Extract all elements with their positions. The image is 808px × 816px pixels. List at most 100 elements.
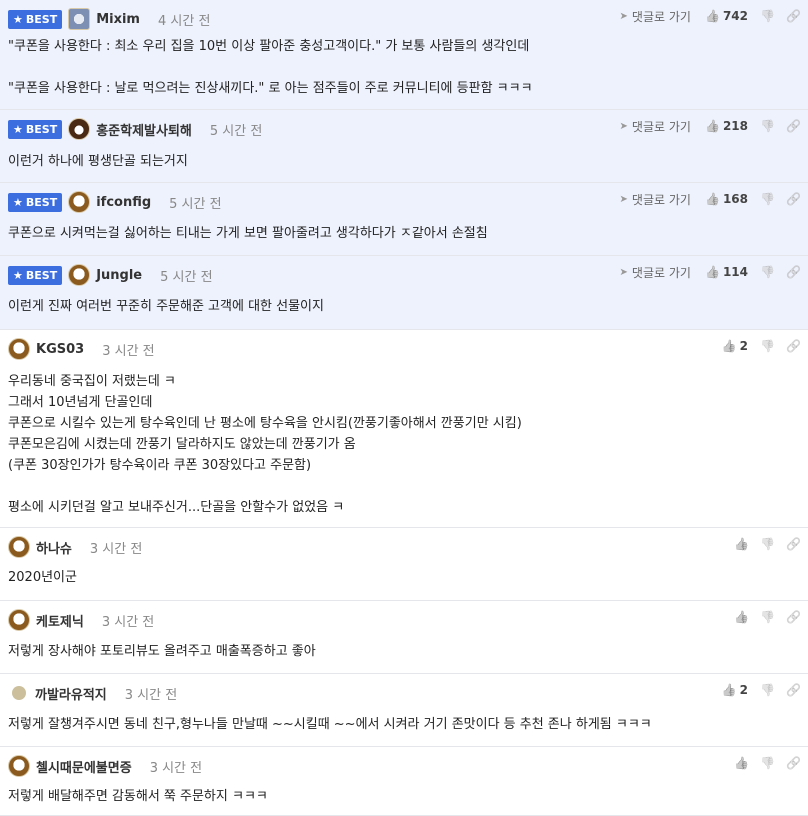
reply-link-label: 댓글로 가기 (631, 119, 691, 134)
comment-header: ★ BEST Jungle 5 시간 전 (8, 264, 213, 286)
like-button[interactable]: 👍 742 (705, 9, 748, 23)
comment-time: 5 시간 전 (160, 269, 213, 285)
reply-link[interactable]: ➤ 댓글로 가기 (620, 264, 691, 281)
thumbs-down-icon[interactable]: 👎 (760, 192, 775, 206)
like-button[interactable]: 👍 2 (722, 683, 748, 697)
link-icon[interactable]: 🔗 (786, 119, 801, 133)
avatar[interactable] (8, 609, 30, 631)
comment-nickname[interactable]: 까발라유적지 (35, 684, 107, 703)
comment-actions: 👍 2 👎 🔗 (722, 682, 801, 698)
comment-header: ★ BEST Mixim 4 시간 전 (8, 8, 210, 30)
like-button[interactable]: 👍 (734, 610, 749, 624)
avatar[interactable] (8, 755, 30, 777)
thumbs-down-icon[interactable]: 👎 (760, 119, 775, 133)
avatar[interactable] (68, 118, 91, 140)
comment-body: 저렇게 장사해야 포토리뷰도 올려주고 매출폭증하고 좋아 (8, 641, 796, 662)
link-icon[interactable]: 🔗 (786, 192, 801, 206)
like-button[interactable]: 👍 114 (705, 265, 748, 279)
star-icon: ★ (13, 195, 23, 209)
comment-nickname[interactable]: ifconfig (96, 195, 151, 210)
comment-nickname[interactable]: Mixim (96, 12, 140, 27)
reply-link[interactable]: ➤ 댓글로 가기 (620, 8, 691, 25)
thumbs-up-icon: 👍 (721, 683, 737, 697)
comment-item: KGS03 3 시간 전 👍 2 👎 🔗 우리동네 중국집이 저랬는데 ㅋ 그래서 10년넘게… (0, 330, 808, 528)
like-button[interactable]: 👍 2 (722, 339, 748, 353)
reply-link-label: 댓글로 가기 (631, 192, 691, 207)
comment-actions: ➤ 댓글로 가기 👍 742 👎 🔗 (620, 8, 801, 25)
comment-actions: ➤ 댓글로 가기 👍 168 👎 🔗 (620, 191, 801, 208)
comment-body: "쿠폰을 사용한다 : 최소 우리 집을 10번 이상 팔아준 충성고객이다."… (8, 36, 796, 99)
thumbs-up-icon: 👍 (734, 537, 749, 551)
comment-item: 까발라유적지 3 시간 전 👍 2 👎 🔗 저렇게 잘챙겨주시면 동네 친구,형누나들 만날… (0, 674, 808, 747)
like-button[interactable]: 👍 168 (705, 192, 748, 206)
comment-header: ★ BEST 홍준학제발사퇴해 5 시간 전 (8, 118, 262, 140)
comment-time: 3 시간 전 (101, 614, 155, 630)
best-badge: ★ BEST (8, 265, 63, 285)
reply-link[interactable]: ➤ 댓글로 가기 (620, 118, 691, 135)
comment-line: 쿠폰으로 시켜먹는걸 싫어하는 티내는 가게 보면 팔아줄려고 생각하다가 ㅈ같… (8, 226, 488, 241)
thumbs-down-icon[interactable]: 👎 (760, 339, 775, 353)
thumbs-down-icon[interactable]: 👎 (760, 683, 775, 697)
best-label: BEST (25, 122, 58, 136)
thumbs-down-icon[interactable]: 👎 (760, 265, 775, 279)
comment-line: 저렇게 배달해주면 감동해서 쭉 주문하지 ㅋㅋㅋ (8, 789, 268, 804)
reply-link[interactable]: ➤ 댓글로 가기 (620, 191, 691, 208)
comment-nickname[interactable]: KGS03 (36, 342, 84, 357)
comment-line (8, 476, 796, 497)
thumbs-down-icon[interactable]: 👎 (760, 610, 775, 624)
comment-nickname[interactable]: 케토제닉 (36, 611, 84, 630)
thumbs-up-icon: 👍 (704, 192, 720, 206)
thumbs-up-icon: 👍 (734, 756, 749, 770)
avatar[interactable] (68, 264, 91, 286)
comment-time: 3 시간 전 (89, 541, 143, 557)
comment-body: 쿠폰으로 시켜먹는걸 싫어하는 티내는 가게 보면 팔아줄려고 생각하다가 ㅈ같… (8, 223, 796, 244)
link-icon[interactable]: 🔗 (786, 683, 801, 697)
avatar[interactable] (8, 536, 30, 558)
comment-actions: 👍 👎 🔗 (734, 755, 801, 771)
comment-header: 케토제닉 3 시간 전 (8, 609, 154, 631)
comment-line: 그래서 10년넘게 단골인데 (8, 395, 153, 410)
thumbs-down-icon[interactable]: 👎 (760, 537, 775, 551)
reply-link-label: 댓글로 가기 (631, 9, 691, 24)
comment-time: 3 시간 전 (149, 760, 203, 776)
like-button[interactable]: 👍 218 (705, 119, 748, 133)
like-count: 742 (722, 9, 748, 23)
link-icon[interactable]: 🔗 (786, 9, 801, 23)
comment-nickname[interactable]: Jungle (96, 268, 142, 283)
avatar[interactable] (68, 8, 91, 30)
like-count: 168 (722, 192, 748, 206)
thumbs-down-icon[interactable]: 👎 (760, 756, 775, 770)
thumbs-up-icon: 👍 (721, 339, 737, 353)
avatar[interactable] (68, 191, 91, 213)
link-icon[interactable]: 🔗 (786, 756, 801, 770)
avatar[interactable] (12, 686, 26, 700)
comment-line: 저렇게 장사해야 포토리뷰도 올려주고 매출폭증하고 좋아 (8, 644, 316, 659)
comment-line: "쿠폰을 사용한다 : 날로 먹으려는 진상새끼다." 로 아는 점주들이 주로… (8, 81, 533, 96)
comment-nickname[interactable]: 홍준학제발사퇴해 (96, 120, 192, 139)
like-button[interactable]: 👍 (734, 756, 749, 770)
best-badge: ★ BEST (8, 119, 63, 139)
comment-nickname[interactable]: 첼시때문에불면증 (36, 757, 132, 776)
comment-body: 저렇게 잘챙겨주시면 동네 친구,형누나들 만날때 ~~시킬때 ~~에서 시켜라… (8, 714, 796, 735)
comment-time: 5 시간 전 (209, 123, 263, 139)
comment-actions: 👍 2 👎 🔗 (722, 338, 801, 354)
link-icon[interactable]: 🔗 (786, 610, 801, 624)
comment-actions: ➤ 댓글로 가기 👍 114 👎 🔗 (620, 264, 801, 281)
link-icon[interactable]: 🔗 (786, 339, 801, 353)
thumbs-down-icon[interactable]: 👎 (760, 9, 775, 23)
link-icon[interactable]: 🔗 (786, 537, 801, 551)
comment-item: 하나슈 3 시간 전 👍 👎 🔗 2020년이군 (0, 528, 808, 601)
comment-line (8, 57, 796, 78)
link-icon[interactable]: 🔗 (786, 265, 801, 279)
avatar[interactable] (8, 338, 30, 360)
comment-line: 쿠폰으로 시킬수 있는게 탕수육인데 난 평소에 탕수육을 안시킴(깐풍기좋아해… (8, 416, 522, 431)
comment-nickname[interactable]: 하나슈 (36, 538, 72, 557)
best-label: BEST (25, 268, 58, 282)
like-button[interactable]: 👍 (734, 537, 749, 551)
star-icon: ★ (13, 122, 23, 136)
comment-line: (쿠폰 30장인가가 탕수육이라 쿠폰 30장있다고 주문함) (8, 458, 312, 473)
thumbs-up-icon: 👍 (704, 265, 720, 279)
star-icon: ★ (13, 12, 23, 26)
reply-link-label: 댓글로 가기 (631, 265, 691, 280)
comment-actions: 👍 👎 🔗 (734, 536, 801, 552)
